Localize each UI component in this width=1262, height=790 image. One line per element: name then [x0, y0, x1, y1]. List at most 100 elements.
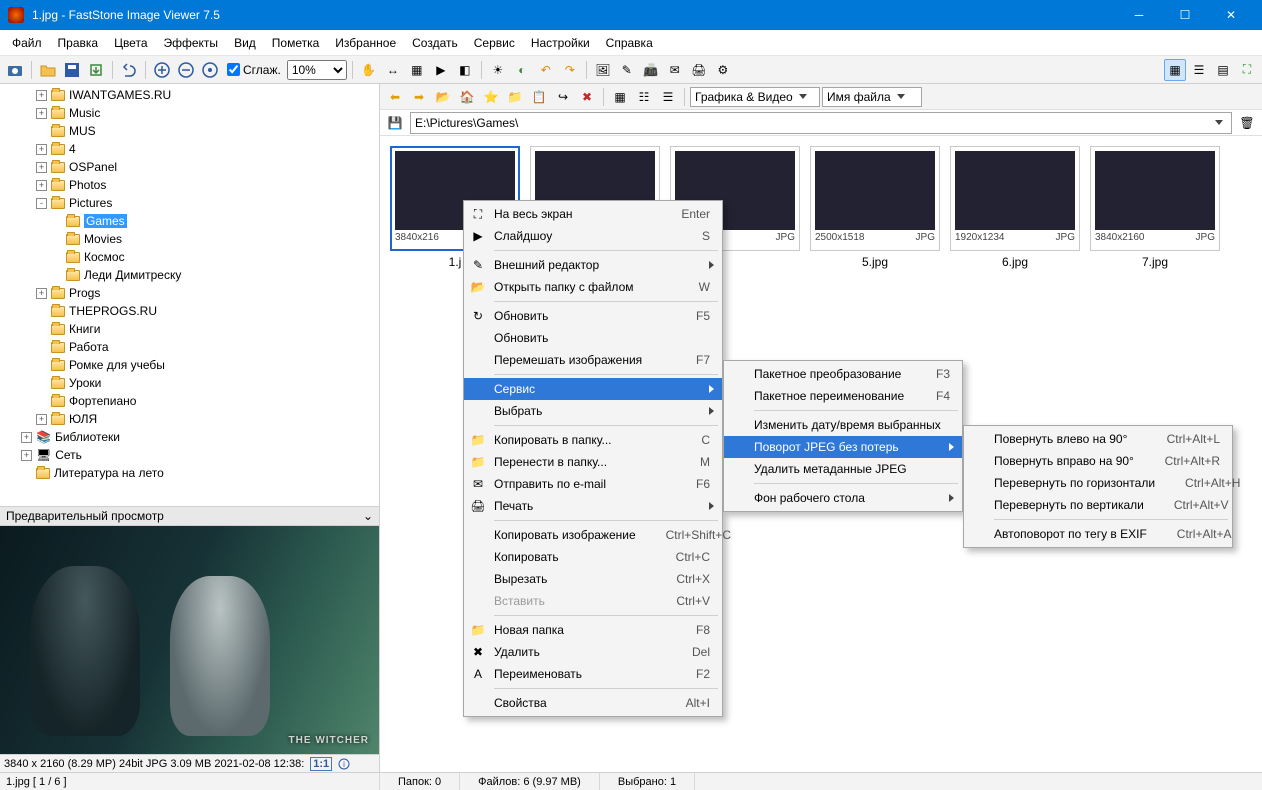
tree-item[interactable]: +OSPanel [2, 158, 377, 176]
context-menu-service[interactable]: Пакетное преобразованиеF3Пакетное переим… [723, 360, 963, 512]
view-list-icon[interactable]: ☰ [1188, 59, 1210, 81]
zoom-select[interactable]: 10% [287, 60, 347, 80]
tree-item[interactable]: +IWANTGAMES.RU [2, 86, 377, 104]
tree-item[interactable]: Уроки [2, 374, 377, 392]
edit-icon[interactable]: ✎ [616, 59, 638, 81]
tree-toggle-icon[interactable]: + [36, 108, 47, 119]
ctx-item[interactable]: Повернуть влево на 90°Ctrl+Alt+L [964, 428, 1232, 450]
tree-item[interactable]: Леди Димитреску [2, 266, 377, 284]
select-all-icon[interactable]: ▦ [609, 86, 631, 108]
wallpaper-icon[interactable]: 🖼 [592, 59, 614, 81]
tree-item[interactable]: +🖥Сеть [2, 446, 377, 464]
view-mode1-icon[interactable]: ☷ [633, 86, 655, 108]
zoom-out-icon[interactable] [175, 59, 197, 81]
tree-item[interactable]: MUS [2, 122, 377, 140]
ctx-item[interactable]: 📁Перенести в папку...M [464, 451, 722, 473]
tree-toggle-icon[interactable]: - [36, 198, 47, 209]
ctx-item[interactable]: 📁Копировать в папку...C [464, 429, 722, 451]
tree-item[interactable]: +ЮЛЯ [2, 410, 377, 428]
path-input[interactable]: E:\Pictures\Games\ [410, 112, 1232, 134]
save-icon[interactable] [61, 59, 83, 81]
menu-Пометка[interactable]: Пометка [264, 33, 328, 53]
tree-item[interactable]: Ромке для учебы [2, 356, 377, 374]
ctx-item[interactable]: Обновить [464, 327, 722, 349]
tree-item[interactable]: Movies [2, 230, 377, 248]
fit-width-icon[interactable]: ↔ [382, 59, 404, 81]
view-thumbs-icon[interactable]: ▦ [1164, 59, 1186, 81]
tree-item[interactable]: Космос [2, 248, 377, 266]
preview-header[interactable]: Предварительный просмотр⌄ [0, 506, 379, 526]
thumbnail[interactable]: 3840x2160JPG7.jpg [1090, 146, 1220, 269]
menu-Справка[interactable]: Справка [598, 33, 661, 53]
ctx-item[interactable]: Поворот JPEG без потерь [724, 436, 962, 458]
tree-item[interactable]: +Music [2, 104, 377, 122]
tree-item[interactable]: +4 [2, 140, 377, 158]
menu-Сервис[interactable]: Сервис [466, 33, 523, 53]
tree-item[interactable]: THEPROGS.RU [2, 302, 377, 320]
tree-item[interactable]: Книги [2, 320, 377, 338]
close-button[interactable]: ✕ [1208, 0, 1254, 30]
settings-icon[interactable]: ⚙ [712, 59, 734, 81]
menu-Эффекты[interactable]: Эффекты [156, 33, 227, 53]
context-menu-main[interactable]: ⛶На весь экранEnter▶СлайдшоуS ✎Внешний ре… [463, 200, 723, 717]
ctx-item[interactable]: Копировать изображениеCtrl+Shift+C [464, 524, 722, 546]
camera-icon[interactable] [4, 59, 26, 81]
effects-icon[interactable]: ☀ [487, 59, 509, 81]
color-icon[interactable]: ◐ [511, 59, 533, 81]
tree-item[interactable]: +Photos [2, 176, 377, 194]
view-mode2-icon[interactable]: ☰ [657, 86, 679, 108]
rotate-right-icon[interactable]: ↷ [559, 59, 581, 81]
tree-item[interactable]: +📚Библиотеки [2, 428, 377, 446]
undo-icon[interactable] [118, 59, 140, 81]
delete-icon[interactable]: ✖ [576, 86, 598, 108]
ctx-item[interactable]: ▶СлайдшоуS [464, 225, 722, 247]
ctx-item[interactable]: Сервис [464, 378, 722, 400]
contact-sheet-icon[interactable]: ▦ [406, 59, 428, 81]
ctx-item[interactable]: Повернуть вправо на 90°Ctrl+Alt+R [964, 450, 1232, 472]
tree-toggle-icon[interactable]: + [36, 288, 47, 299]
ctx-item[interactable]: СвойстваAlt+I [464, 692, 722, 714]
favorites-icon[interactable]: ⭐ [480, 86, 502, 108]
tree-item[interactable]: Работа [2, 338, 377, 356]
tree-toggle-icon[interactable]: + [21, 450, 32, 461]
tree-toggle-icon[interactable]: + [36, 162, 47, 173]
open-icon[interactable] [37, 59, 59, 81]
ctx-item[interactable]: Пакетное преобразованиеF3 [724, 363, 962, 385]
print-icon[interactable]: 🖨 [688, 59, 710, 81]
ctx-item[interactable]: Пакетное переименованиеF4 [724, 385, 962, 407]
tree-item[interactable]: Фортепиано [2, 392, 377, 410]
move-to-icon[interactable]: ↪ [552, 86, 574, 108]
menu-Правка[interactable]: Правка [50, 33, 107, 53]
tree-toggle-icon[interactable]: + [36, 144, 47, 155]
ctx-item[interactable]: ↻ОбновитьF5 [464, 305, 722, 327]
nav-back-icon[interactable]: ⬅ [384, 86, 406, 108]
ctx-item[interactable]: ⛶На весь экранEnter [464, 203, 722, 225]
hand-icon[interactable]: ✋ [358, 59, 380, 81]
ctx-item[interactable]: ✉Отправить по e-mailF6 [464, 473, 722, 495]
ctx-item[interactable]: AПереименоватьF2 [464, 663, 722, 685]
ctx-item[interactable]: 📁Новая папкаF8 [464, 619, 722, 641]
nav-up-icon[interactable]: 📂 [432, 86, 454, 108]
nav-home-icon[interactable]: 🏠 [456, 86, 478, 108]
menu-Вид[interactable]: Вид [226, 33, 264, 53]
tree-item[interactable]: +Progs [2, 284, 377, 302]
folder-tree[interactable]: +IWANTGAMES.RU+MusicMUS+4+OSPanel+Photos… [0, 84, 379, 506]
tree-item[interactable]: Литература на лето [2, 464, 377, 482]
ctx-item[interactable]: 📂Открыть папку с файломW [464, 276, 722, 298]
ctx-item[interactable]: Перевернуть по вертикалиCtrl+Alt+V [964, 494, 1232, 516]
tree-toggle-icon[interactable]: + [36, 180, 47, 191]
email-icon[interactable]: ✉ [664, 59, 686, 81]
ctx-item[interactable]: ВырезатьCtrl+X [464, 568, 722, 590]
filter-combo[interactable]: Графика & Видео [690, 87, 820, 107]
ctx-item[interactable]: Перемешать изображенияF7 [464, 349, 722, 371]
ctx-item[interactable]: Изменить дату/время выбранных [724, 414, 962, 436]
copy-to-icon[interactable]: 📋 [528, 86, 550, 108]
zoom-actual-icon[interactable] [199, 59, 221, 81]
thumbnail[interactable]: 2500x1518JPG5.jpg [810, 146, 940, 269]
tree-toggle-icon[interactable]: + [21, 432, 32, 443]
import-icon[interactable] [85, 59, 107, 81]
trash-icon[interactable]: 🗑 [1236, 112, 1258, 134]
sort-combo[interactable]: Имя файла [822, 87, 922, 107]
tree-item[interactable]: -Pictures [2, 194, 377, 212]
ctx-item[interactable]: ✎Внешний редактор [464, 254, 722, 276]
